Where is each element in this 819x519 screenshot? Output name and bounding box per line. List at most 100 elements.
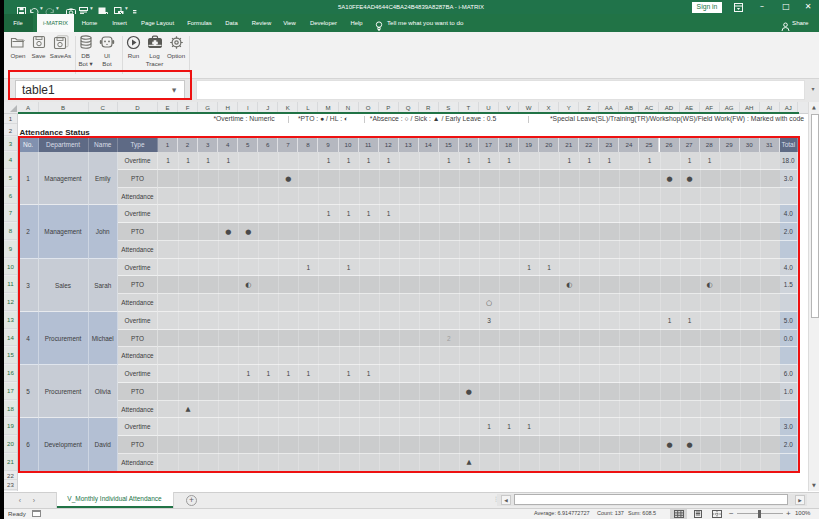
row-number-3[interactable]: 3 — [4, 137, 17, 151]
ribbon-separator — [189, 36, 190, 74]
share-person-icon — [781, 18, 790, 28]
zoom-slider-thumb[interactable] — [758, 510, 761, 519]
row-number-2[interactable]: 2 — [4, 125, 17, 137]
tab-view[interactable]: View — [281, 14, 298, 32]
page-break-view-icon[interactable] — [708, 509, 725, 519]
ribbon-separator — [122, 36, 123, 74]
row-number-5[interactable]: 5 — [4, 170, 17, 187]
status-count: Count: 137 — [597, 510, 624, 516]
legend-item: *PTO : ● / HL : ◐ — [298, 114, 348, 125]
status-average: Average: 6.914772727 — [534, 510, 590, 516]
row-number-12[interactable]: 12 — [4, 294, 17, 311]
ribbon-button-ui-bot[interactable] — [96, 35, 118, 53]
zoom-in-icon[interactable]: + — [786, 509, 791, 518]
ribbon-button-log-tracer[interactable] — [144, 35, 166, 53]
tab-help[interactable]: Help — [347, 14, 366, 32]
ribbon-button-saveas[interactable] — [50, 35, 72, 53]
paste-window-icon[interactable] — [114, 2, 124, 12]
row-number-23[interactable]: 23 — [4, 481, 17, 490]
open-folder-icon — [7, 35, 29, 53]
row-number-1[interactable]: 1 — [4, 114, 17, 124]
legend-item: *Absence : ○ / Sick : ▲ / Early Leave : … — [370, 114, 496, 125]
window-left-edge — [0, 0, 4, 519]
row-number-22[interactable]: 22 — [4, 472, 17, 481]
horizontal-scroll-thumb[interactable] — [514, 494, 788, 505]
sheet-next-icon[interactable]: › — [29, 496, 39, 506]
scroll-right-icon[interactable]: ▶ — [795, 495, 805, 505]
sheet-prev-icon[interactable]: ‹ — [15, 496, 25, 506]
close-icon[interactable]: ✕ — [801, 1, 815, 13]
dropdown-caret-icon[interactable]: ▾ — [90, 5, 93, 11]
row-number-17[interactable]: 17 — [4, 383, 17, 400]
formula-bar-input[interactable] — [196, 80, 805, 100]
copy-window-icon[interactable] — [98, 2, 108, 12]
tab-formulas[interactable]: Formulas — [183, 14, 216, 32]
paste-list-icon[interactable] — [79, 2, 88, 12]
horizontal-splitter[interactable]: ⋮ — [493, 495, 496, 504]
vertical-scroll-thumb[interactable] — [811, 114, 819, 318]
status-sum: Sum: 608.5 — [628, 510, 656, 516]
qat-customize-icon[interactable] — [133, 2, 137, 12]
row-number-21[interactable]: 21 — [4, 454, 17, 471]
legend-item: *Special Leave(SL)/Training(TR)/Workshop… — [550, 114, 804, 125]
save-icon[interactable] — [17, 2, 26, 12]
undo-icon[interactable] — [29, 2, 39, 12]
dropdown-caret-icon[interactable]: ▾ — [56, 5, 59, 11]
ribbon-tab-strip: Filei-MATRIX Home Insert Page Layout Formula… — [0, 14, 819, 32]
row-number-13[interactable]: 13 — [4, 312, 17, 329]
row-number-8[interactable]: 8 — [4, 223, 17, 240]
sign-in-button[interactable]: Sign in — [692, 2, 722, 13]
ribbon-button-save[interactable] — [28, 35, 50, 53]
select-all-icon[interactable] — [10, 105, 17, 112]
share-button[interactable]: Share — [792, 14, 809, 32]
ribbon-button-open[interactable] — [7, 35, 29, 53]
row-number-10[interactable]: 10 — [4, 259, 17, 276]
row-number-20[interactable]: 20 — [4, 436, 17, 453]
row-number-4[interactable]: 4 — [4, 152, 17, 169]
minimize-icon[interactable]: – — [755, 1, 769, 13]
camera-icon[interactable] — [66, 2, 76, 12]
dropdown-caret-icon[interactable]: ▾ — [40, 5, 43, 11]
macro-record-icon[interactable] — [32, 510, 41, 517]
tab-developer[interactable]: Developer — [305, 14, 342, 32]
application-window: ▾ ▾ ▾ ▾ –□ ✕ 5A10FFE4AD4644C4BA24B4839A8287BA… — [0, 0, 819, 519]
row-number-9[interactable]: 9 — [4, 241, 17, 258]
lightbulb-icon — [375, 18, 383, 29]
tab-home[interactable]: Home — [79, 14, 100, 32]
row-number-11[interactable]: 11 — [4, 276, 17, 293]
normal-view-icon[interactable] — [670, 509, 687, 519]
row-number-15[interactable]: 15 — [4, 347, 17, 364]
scroll-left-icon[interactable]: ◀ — [501, 495, 511, 505]
row-number-19[interactable]: 19 — [4, 418, 17, 435]
scroll-up-icon[interactable]: ▲ — [809, 102, 819, 113]
tab-page-layout[interactable]: Page Layout — [137, 14, 178, 32]
tab-insert[interactable]: Insert — [107, 14, 132, 32]
tab-data[interactable]: Data — [221, 14, 242, 32]
formula-bar-expand-icon[interactable]: ▾ — [807, 85, 819, 92]
row-number-6[interactable]: 6 — [4, 188, 17, 205]
new-sheet-button[interactable]: + — [186, 495, 197, 506]
vertical-scrollbar[interactable]: ▲ ▼ — [808, 102, 819, 491]
row-number-7[interactable]: 7 — [4, 205, 17, 222]
tab-i-matrix[interactable]: i-MATRIX — [37, 14, 74, 32]
dropdown-caret-icon[interactable]: ▾ — [125, 5, 128, 11]
legend-divider — [528, 116, 529, 124]
ribbon-button-label: Bot — [90, 60, 124, 68]
tab-review[interactable]: Review — [247, 14, 276, 32]
redo-icon[interactable] — [45, 2, 55, 12]
row-gutter: 1234567891011121314151617181920212223 — [4, 114, 18, 491]
row-number-14[interactable]: 14 — [4, 330, 17, 347]
row-number-16[interactable]: 16 — [4, 365, 17, 382]
window-title: 5A10FFE4AD4644C4BA24B4839A8287BA - i-MAT… — [291, 3, 531, 12]
row-number-18[interactable]: 18 — [4, 401, 17, 418]
ribbon-separator — [75, 36, 76, 74]
page-layout-view-icon[interactable] — [689, 509, 706, 519]
sheet-tab-active[interactable]: V_Monthly Individual Attendance — [56, 492, 174, 508]
table-annotation — [18, 136, 801, 473]
maximize-icon[interactable]: □ — [779, 1, 793, 13]
zoom-out-icon[interactable]: − — [729, 509, 734, 518]
scroll-down-icon[interactable]: ▼ — [809, 480, 819, 491]
tell-me-label[interactable]: Tell me what you want to do — [387, 14, 463, 32]
tab-file[interactable]: File — [3, 14, 33, 32]
save-as-icon — [50, 35, 72, 53]
